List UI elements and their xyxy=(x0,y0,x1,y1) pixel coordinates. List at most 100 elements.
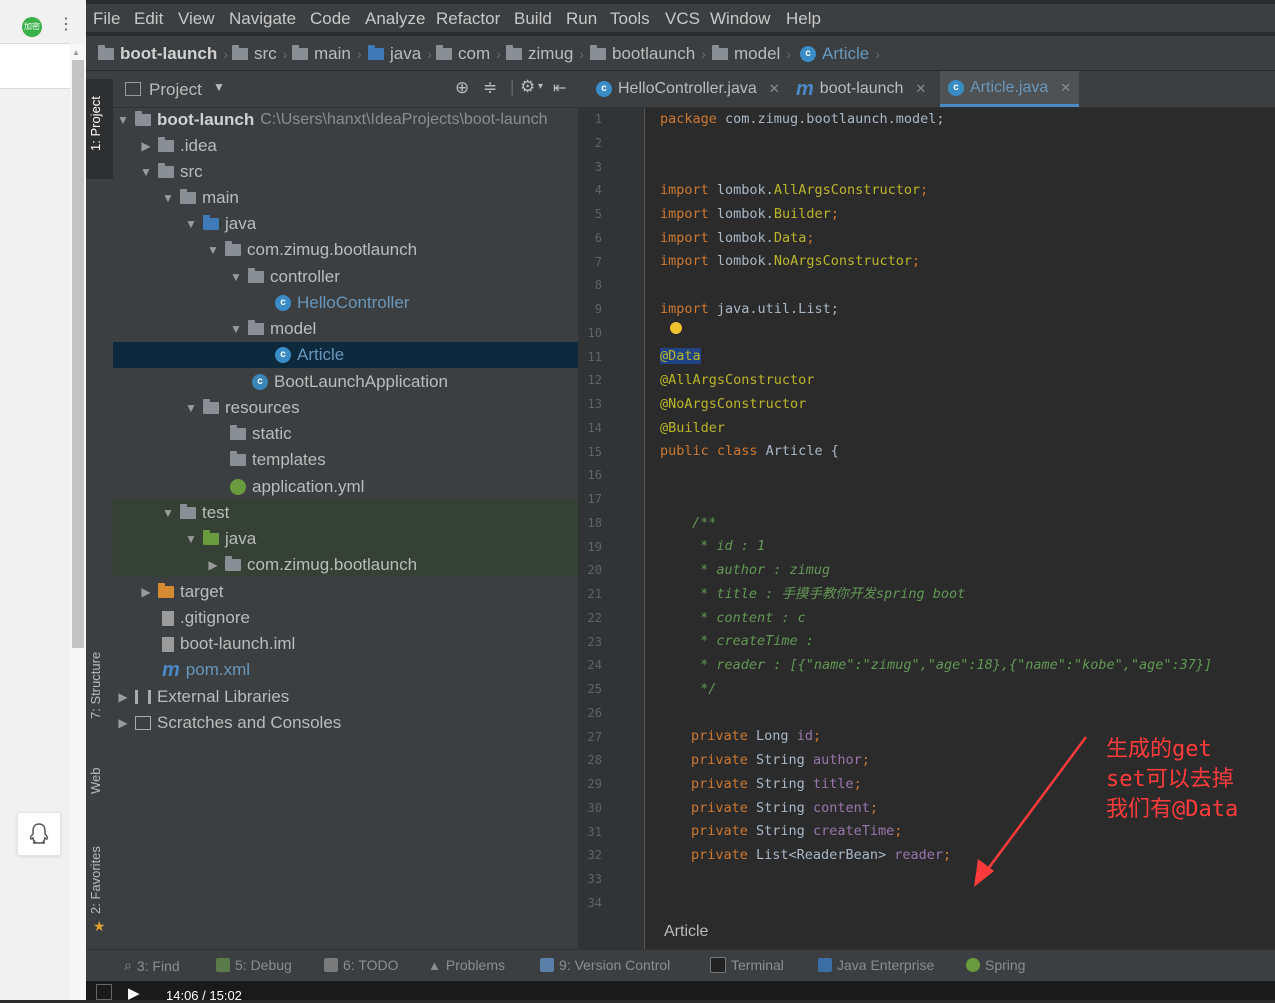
code-line-24[interactable]: * reader : [{"name":"zimug","age":18},{"… xyxy=(692,654,1212,676)
tool-structure[interactable]: 7: Structure xyxy=(88,652,103,719)
menu-build[interactable]: Build xyxy=(514,9,552,29)
code-line-13[interactable]: @NoArgsConstructor xyxy=(660,393,806,415)
crumb-bootlaunch[interactable]: bootlaunch › xyxy=(590,44,706,64)
gear-dropdown-icon[interactable]: ▾ xyxy=(538,81,543,92)
tree-node-test-package[interactable]: ▶ com.zimug.bootlaunch xyxy=(207,552,417,578)
menu-edit[interactable]: Edit xyxy=(134,9,163,29)
tree-root[interactable]: ▼ boot-launch C:\Users\hanxt\IdeaProject… xyxy=(117,107,547,133)
tree-node-test[interactable]: ▼ test xyxy=(162,500,229,526)
tree-node-test-java[interactable]: ▼ java xyxy=(185,526,256,552)
crumb-main[interactable]: main › xyxy=(292,44,362,64)
tool-problems[interactable]: ▲ Problems xyxy=(428,957,505,973)
crumb-java[interactable]: java › xyxy=(368,44,432,64)
tree-node-application-yml[interactable]: application.yml xyxy=(230,474,364,500)
tree-node-scratches[interactable]: ▶ Scratches and Consoles xyxy=(117,710,341,736)
tree-node-article[interactable]: c Article xyxy=(275,342,344,368)
collapse-all-icon[interactable]: ≑ xyxy=(483,78,497,98)
code-line-12[interactable]: @AllArgsConstructor xyxy=(660,369,814,391)
code-line-29[interactable]: private String title; xyxy=(691,773,862,795)
tree-node-target[interactable]: ▶ target xyxy=(140,579,223,605)
code-line-15[interactable]: public class Article { xyxy=(660,440,839,462)
dropdown-icon[interactable]: ▼ xyxy=(213,80,225,94)
menu-view[interactable]: View xyxy=(178,9,215,29)
code-line-4[interactable]: import lombok.AllArgsConstructor; xyxy=(660,179,928,201)
tree-node-model[interactable]: ▼ model xyxy=(230,316,316,342)
menu-run[interactable]: Run xyxy=(566,9,597,29)
tree-node-hellocontroller[interactable]: c HelloController xyxy=(275,290,409,316)
code-line-27[interactable]: private Long id; xyxy=(691,725,821,747)
tree-node-package[interactable]: ▼ com.zimug.bootlaunch xyxy=(207,237,417,263)
tree-node-iml[interactable]: boot-launch.iml xyxy=(162,631,295,657)
tool-web[interactable]: Web xyxy=(88,768,103,795)
tool-favorites[interactable]: 2: Favorites xyxy=(88,846,103,914)
menu-vcs[interactable]: VCS xyxy=(665,9,700,29)
tool-project[interactable]: 1: Project xyxy=(88,96,103,151)
code-line-11[interactable]: @Data xyxy=(660,345,701,367)
code-line-30[interactable]: private String content; xyxy=(691,797,878,819)
qq-icon-button[interactable] xyxy=(17,812,61,856)
crumb-src[interactable]: src › xyxy=(232,44,287,64)
tree-node-bootlaunchapplication[interactable]: c BootLaunchApplication xyxy=(252,369,448,395)
hide-panel-icon[interactable]: ⇤ xyxy=(553,78,566,98)
code-line-25[interactable]: */ xyxy=(692,678,716,700)
code-line-1[interactable]: package com.zimug.bootlaunch.model; xyxy=(660,108,944,130)
menu-analyze[interactable]: Analyze xyxy=(365,9,425,29)
tool-spring[interactable]: Spring xyxy=(966,957,1025,973)
close-icon[interactable]: ✕ xyxy=(769,81,780,97)
gear-icon[interactable]: ⚙ xyxy=(520,77,535,97)
close-icon[interactable]: ✕ xyxy=(1060,80,1071,96)
lightbulb-icon[interactable] xyxy=(670,322,682,334)
tree-node-pom[interactable]: m pom.xml xyxy=(162,657,250,683)
menu-help[interactable]: Help xyxy=(786,9,821,29)
tree-node-main[interactable]: ▼ main xyxy=(162,185,239,211)
menu-code[interactable]: Code xyxy=(310,9,351,29)
code-line-5[interactable]: import lombok.Builder; xyxy=(660,203,839,225)
tree-node-static[interactable]: static xyxy=(230,421,292,447)
tree-node-java[interactable]: ▼ java xyxy=(185,211,256,237)
tool-version-control[interactable]: 9: Version Control xyxy=(540,957,670,973)
tool-todo[interactable]: 6: TODO xyxy=(324,957,399,973)
tab-boot-launch[interactable]: m boot-launch ✕ xyxy=(790,71,932,107)
tree-node-idea[interactable]: ▶ .idea xyxy=(140,133,217,159)
code-line-20[interactable]: * author : zimug xyxy=(692,559,830,581)
crumb-zimug[interactable]: zimug › xyxy=(506,44,584,64)
code-line-19[interactable]: * id : 1 xyxy=(692,535,765,557)
crumb-article[interactable]: c Article › xyxy=(800,44,880,64)
close-icon[interactable]: ✕ xyxy=(915,81,926,97)
code-line-21[interactable]: * title : 手摸手教你开发spring boot xyxy=(692,583,965,605)
code-line-23[interactable]: * createTime : xyxy=(692,630,822,652)
tab-article[interactable]: c Article.java ✕ xyxy=(940,71,1080,107)
menu-tools[interactable]: Tools xyxy=(610,9,650,29)
tree-node-controller[interactable]: ▼ controller xyxy=(230,264,340,290)
extension-icon[interactable]: 加密 xyxy=(22,17,42,37)
menu-refactor[interactable]: Refactor xyxy=(436,9,500,29)
code-line-32[interactable]: private List<ReaderBean> reader; xyxy=(691,844,951,866)
tool-terminal[interactable]: Terminal xyxy=(710,957,784,973)
code-line-14[interactable]: @Builder xyxy=(660,417,725,439)
tree-node-resources[interactable]: ▼ resources xyxy=(185,395,300,421)
scroll-up-icon[interactable]: ▲ xyxy=(72,48,80,57)
code-line-18[interactable]: /** xyxy=(692,512,716,534)
toggle-panel-icon[interactable] xyxy=(96,984,112,1000)
code-line-31[interactable]: private String createTime; xyxy=(691,820,902,842)
locate-icon[interactable]: ⊕ xyxy=(455,78,469,98)
menu-window[interactable]: Window xyxy=(710,9,770,29)
crumb-com[interactable]: com › xyxy=(436,44,501,64)
project-panel-title[interactable]: Project xyxy=(149,80,202,100)
menu-navigate[interactable]: Navigate xyxy=(229,9,296,29)
crumb-model[interactable]: model › xyxy=(712,44,791,64)
editor-status-breadcrumb[interactable]: Article xyxy=(664,923,708,941)
tree-node-gitignore[interactable]: .gitignore xyxy=(162,605,250,631)
browser-menu-icon[interactable]: ⋮ xyxy=(58,14,74,34)
menu-file[interactable]: File xyxy=(93,9,120,29)
play-icon[interactable]: ▶ xyxy=(128,984,140,1002)
code-line-28[interactable]: private String author; xyxy=(691,749,870,771)
code-line-22[interactable]: * content : c xyxy=(692,607,806,629)
tree-node-templates[interactable]: templates xyxy=(230,447,326,473)
code-line-9[interactable]: import java.util.List; xyxy=(660,298,839,320)
tool-debug[interactable]: 5: Debug xyxy=(216,957,292,973)
crumb-boot-launch[interactable]: boot-launch › xyxy=(98,44,228,64)
code-line-6[interactable]: import lombok.Data; xyxy=(660,227,814,249)
tree-node-src[interactable]: ▼ src xyxy=(140,159,203,185)
tool-find[interactable]: ⌕ 3: Find xyxy=(124,957,180,974)
